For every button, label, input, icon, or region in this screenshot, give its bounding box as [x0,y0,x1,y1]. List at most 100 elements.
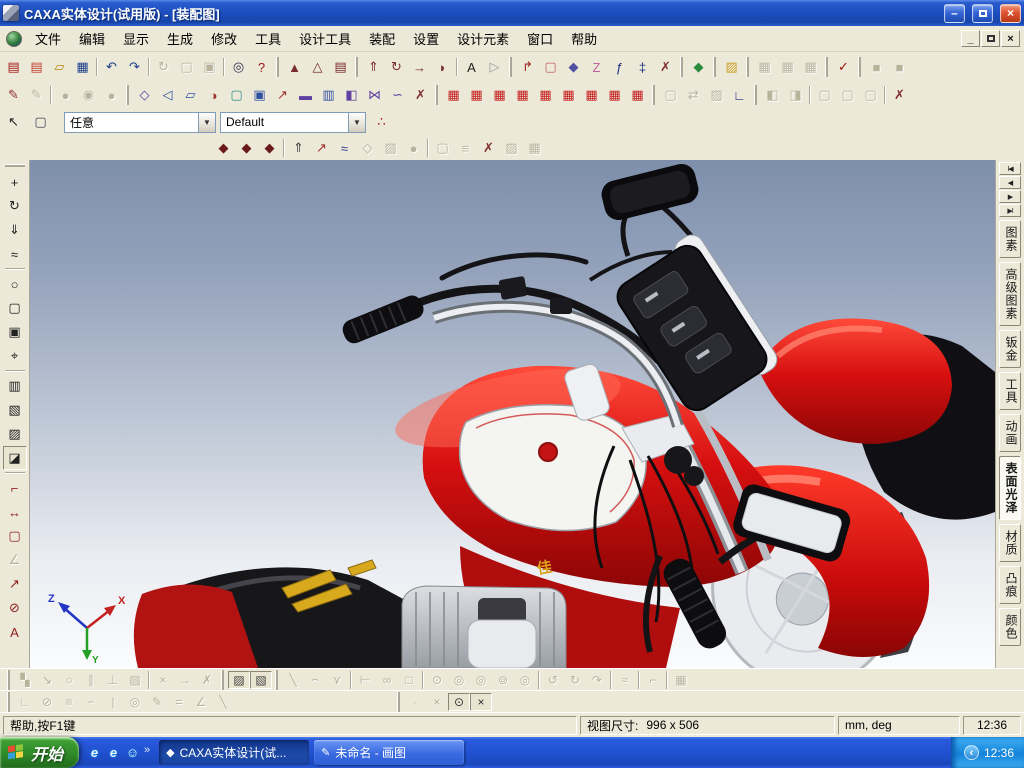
panel-tab[interactable]: 高级图素 [999,262,1021,326]
no-snap-icon[interactable]: ✗ [888,85,911,105]
tray-chevron-icon[interactable]: ‹ [963,745,979,760]
open-icon[interactable]: ▱ [48,57,71,77]
menu-item[interactable]: 装配 [360,26,404,51]
facet-icon[interactable]: ◆ [687,57,710,77]
smart-motion-2-icon[interactable]: ◆ [235,138,258,158]
cube-8-icon[interactable]: ▦ [603,85,626,105]
menu-item[interactable]: 文件 [26,26,70,51]
diameter-dim-icon[interactable]: ⊘ [3,596,27,620]
new-icon[interactable]: ▤ [2,57,25,77]
smart-render-icon[interactable]: ▲ [283,57,306,77]
rib-icon[interactable]: ▥ [317,85,340,105]
patch-icon[interactable]: ▱ [179,85,202,105]
sketch-icon[interactable]: ✎ [2,85,25,105]
remove-face-icon[interactable]: ✗ [409,85,432,105]
menu-item[interactable]: 设置 [404,26,448,51]
camera-props-icon[interactable]: ▨ [3,422,27,446]
sketch-3d-icon[interactable]: ▧ [250,670,272,689]
panel-tab[interactable]: 动画 [999,414,1021,452]
display-mode-icon[interactable]: ▥ [3,374,27,398]
arrow-dim-icon[interactable]: ↗ [3,572,27,596]
sweep-icon[interactable]: → [408,57,431,77]
taskbar-task[interactable]: ◆ CAXA实体设计(试... [159,740,310,765]
cube-6-icon[interactable]: ▦ [557,85,580,105]
quick-launch-overflow[interactable]: » [144,744,150,756]
panel-tab[interactable]: 表面光泽 [999,456,1021,520]
sketch-2d-icon[interactable]: ▨ [228,670,250,689]
edit-feature-icon[interactable]: ↗ [310,138,333,158]
panel-nav-button[interactable]: ▶ [999,190,1021,203]
menu-item[interactable]: 窗口 [518,26,562,51]
cage-icon[interactable]: ◇ [133,85,156,105]
chevron-down-icon[interactable]: ▼ [198,112,215,132]
ie-icon[interactable]: e [85,743,104,762]
text-wizard-icon[interactable]: A [460,57,483,77]
cube-5-icon[interactable]: ▦ [534,85,557,105]
text-dim-icon[interactable]: A [3,620,27,644]
suppress-icon[interactable]: ✗ [654,57,677,77]
panel-nav-button[interactable]: ◀ [999,176,1021,189]
menu-item[interactable]: 生成 [158,26,202,51]
pan-icon[interactable]: + [3,170,27,194]
plane-icon[interactable]: ▬ [294,85,317,105]
start-button[interactable]: 开始 [0,737,80,768]
mdi-restore-button[interactable] [981,30,1000,47]
panel-tab[interactable]: 材质 [999,524,1021,562]
menu-item[interactable]: 设计工具 [290,26,360,51]
assistant-icon[interactable]: ☺ [123,743,142,762]
panel-nav-button[interactable]: I◀ [999,162,1021,175]
camera-icon[interactable]: ▧ [3,398,27,422]
bend-icon[interactable]: ↱ [516,57,539,77]
loft-icon[interactable]: ◗ [431,57,454,77]
folder-lock-icon[interactable]: ▨ [720,57,743,77]
select-arrow-icon[interactable]: ↖ [2,112,25,132]
box-select-icon[interactable]: ▢ [29,112,52,132]
revolve-icon[interactable]: ↻ [385,57,408,77]
smart-motion-1-icon[interactable]: ◆ [212,138,235,158]
close-button[interactable]: × [1000,3,1021,23]
section-icon[interactable]: Z [585,57,608,77]
spring-icon[interactable]: ≈ [333,138,356,158]
menu-item[interactable]: 帮助 [562,26,606,51]
render-settings-icon[interactable]: ◪ [2,446,27,470]
mdi-minimize-button[interactable]: _ [961,30,980,47]
validate-icon[interactable]: ✓ [832,57,855,77]
undo-icon[interactable]: ↶ [100,57,123,77]
ie-channel-icon[interactable]: e [104,743,123,762]
wing-icon[interactable]: ⋈ [363,85,386,105]
remove-tool-icon[interactable]: ✗ [477,138,500,158]
pot-icon[interactable]: ◑ [202,85,225,105]
cube-2-icon[interactable]: ▦ [465,85,488,105]
arrow-mod-icon[interactable]: ↗ [271,85,294,105]
smart-dimension-icon[interactable]: △ [306,57,329,77]
smart-motion-3-icon[interactable]: ◆ [258,138,281,158]
function-icon[interactable]: ƒ [608,57,631,77]
menu-item[interactable]: 修改 [202,26,246,51]
zoom-window-icon[interactable]: ▢ [3,296,27,320]
trim-icon[interactable]: ▢ [225,85,248,105]
cube-1-icon[interactable]: ▦ [442,85,465,105]
panel-tab[interactable]: 凸痕 [999,566,1021,604]
corner-icon[interactable]: ∟ [728,85,751,105]
minimize-button[interactable]: – [944,3,965,23]
insert-feature-icon[interactable]: ⇑ [287,138,310,158]
zoom-icon[interactable]: ○ [3,272,27,296]
cube-7-icon[interactable]: ▦ [580,85,603,105]
cube-3-icon[interactable]: ▦ [488,85,511,105]
new-template-icon[interactable]: ▤ [25,57,48,77]
edge-dim-icon[interactable]: ⌐ [3,476,27,500]
menu-item[interactable]: 编辑 [70,26,114,51]
target-view-icon[interactable]: ⌖ [3,344,27,368]
mdi-close-button[interactable]: × [1001,30,1020,47]
panel-nav-button[interactable]: ▶I [999,204,1021,217]
menu-item[interactable]: 工具 [246,26,290,51]
cube-9-icon[interactable]: ▦ [626,85,649,105]
zoom-extents-icon[interactable]: ▣ [3,320,27,344]
redo-icon[interactable]: ↷ [123,57,146,77]
restore-button[interactable] [972,3,993,23]
panel-tab[interactable]: 颜色 [999,608,1021,646]
style-combo[interactable]: Default ▼ [220,111,366,133]
find-icon[interactable]: ◎ [227,57,250,77]
shape-copy-icon[interactable]: ▢ [539,57,562,77]
panel-tab[interactable]: 图素 [999,220,1021,258]
